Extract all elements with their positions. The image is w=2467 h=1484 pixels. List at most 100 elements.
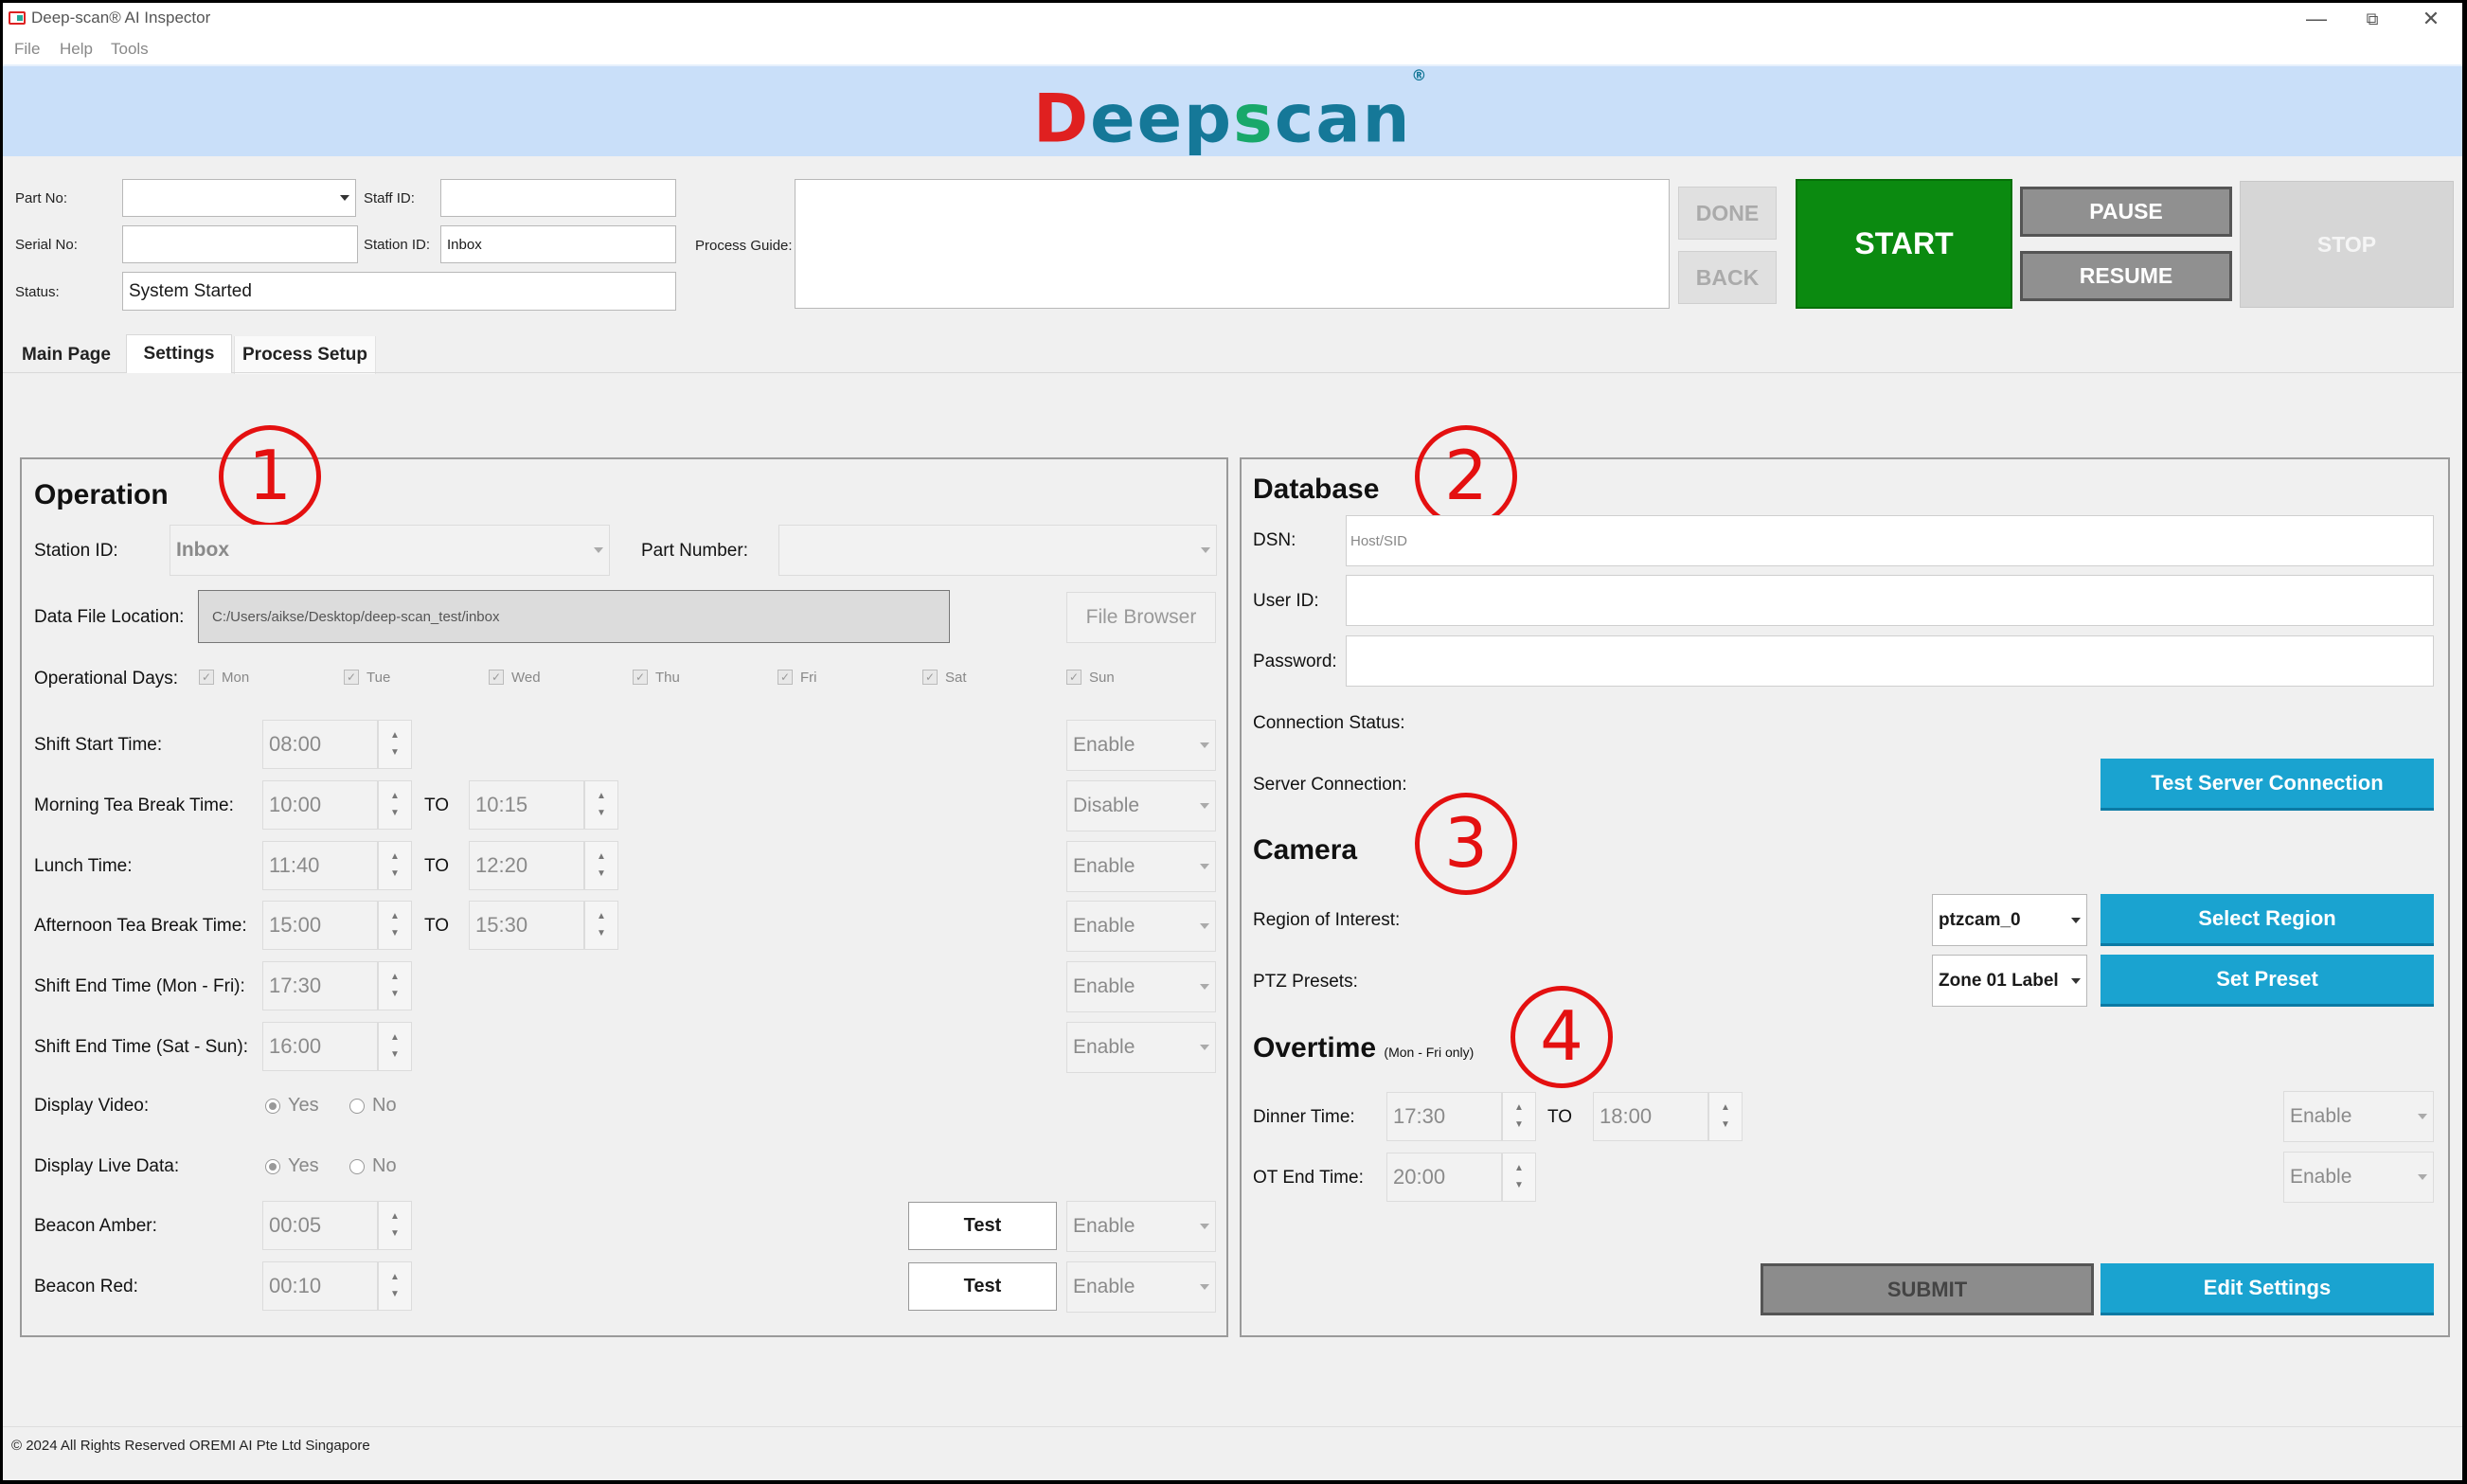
start-button[interactable]: START [1796, 179, 2012, 309]
beacon-red-spinner[interactable]: ▲ ▼ [378, 1261, 412, 1311]
row-0-state-select[interactable]: Enable [1066, 720, 1216, 771]
menu-tools[interactable]: Tools [111, 40, 149, 59]
day-mon-checkbox[interactable]: ✓ [199, 670, 214, 685]
day-wed-checkbox[interactable]: ✓ [489, 670, 504, 685]
row-5-state-select[interactable]: Enable [1066, 1022, 1216, 1073]
stop-button[interactable]: STOP [2240, 181, 2454, 308]
serial-no-label: Serial No: [15, 237, 78, 253]
dsn-label: DSN: [1253, 530, 1296, 550]
row-4-state-select[interactable]: Enable [1066, 961, 1216, 1012]
display-live-yes-radio[interactable] [265, 1159, 280, 1174]
serial-no-field[interactable] [122, 225, 358, 263]
server-connection-label: Server Connection: [1253, 775, 1407, 795]
done-button[interactable]: DONE [1678, 187, 1777, 240]
tab-settings[interactable]: Settings [126, 334, 232, 373]
menu-help[interactable]: Help [60, 40, 93, 59]
chevron-down-icon [594, 547, 603, 553]
dinner-from-time[interactable]: 17:30 [1386, 1092, 1502, 1141]
tab-process-setup[interactable]: Process Setup [234, 336, 376, 374]
beacon-amber-time[interactable]: 00:05 [262, 1201, 378, 1250]
chevron-down-icon [1200, 984, 1209, 990]
database-title: Database [1253, 474, 1380, 505]
beacon-amber-test-button[interactable]: Test [908, 1202, 1057, 1250]
beacon-red-test-button[interactable]: Test [908, 1262, 1057, 1311]
row-3-from-spinner[interactable]: ▲ ▼ [378, 901, 412, 950]
display-video-no-radio[interactable] [349, 1099, 365, 1114]
beacon-amber-state-select[interactable]: Enable [1066, 1201, 1216, 1252]
display-live-yes-label: Yes [288, 1155, 319, 1176]
pause-button[interactable]: PAUSE [2020, 187, 2232, 237]
day-thu-checkbox[interactable]: ✓ [633, 670, 648, 685]
dinner-to-time[interactable]: 18:00 [1593, 1092, 1708, 1141]
row-0-from-time[interactable]: 08:00 [262, 720, 378, 769]
menu-file[interactable]: File [14, 40, 40, 59]
row-5-from-time[interactable]: 16:00 [262, 1022, 378, 1071]
back-button[interactable]: BACK [1678, 251, 1777, 304]
row-3-to-label: TO [424, 916, 450, 936]
day-sat-checkbox[interactable]: ✓ [922, 670, 938, 685]
part-no-select[interactable] [122, 179, 356, 217]
roi-select[interactable]: ptzcam_0 [1932, 894, 2087, 946]
row-3-to-time[interactable]: 15:30 [469, 901, 584, 950]
operation-title: Operation [34, 479, 169, 510]
display-live-no-radio[interactable] [349, 1159, 365, 1174]
submit-button[interactable]: SUBMIT [1761, 1263, 2094, 1315]
resume-button[interactable]: RESUME [2020, 251, 2232, 301]
dinner-to-spinner[interactable]: ▲ ▼ [1708, 1092, 1743, 1141]
row-2-from-time[interactable]: 11:40 [262, 841, 378, 890]
select-region-button[interactable]: Select Region [2101, 894, 2434, 946]
row-2-to-time[interactable]: 12:20 [469, 841, 584, 890]
ptz-preset-select[interactable]: Zone 01 Label [1932, 955, 2087, 1007]
row-3-state-select[interactable]: Enable [1066, 901, 1216, 952]
row-2-state-select[interactable]: Enable [1066, 841, 1216, 892]
row-3-from-time[interactable]: 15:00 [262, 901, 378, 950]
data-file-field[interactable]: C:/Users/aikse/Desktop/deep-scan_test/in… [198, 590, 950, 643]
title-bar: Deep-scan® AI Inspector — ⧉ ✕ [3, 3, 2462, 34]
tab-main-page[interactable]: Main Page [9, 336, 124, 374]
test-server-connection-button[interactable]: Test Server Connection [2101, 759, 2434, 811]
user-id-input[interactable] [1346, 575, 2434, 626]
station-id-field[interactable]: Inbox [440, 225, 676, 263]
password-input[interactable] [1346, 635, 2434, 687]
row-2-to-spinner[interactable]: ▲ ▼ [584, 841, 618, 890]
staff-id-field[interactable] [440, 179, 676, 217]
day-fri-checkbox[interactable]: ✓ [778, 670, 793, 685]
restore-icon[interactable]: ⧉ [2350, 5, 2395, 33]
dinner-state-select[interactable]: Enable [2283, 1091, 2434, 1142]
row-2-from-spinner[interactable]: ▲ ▼ [378, 841, 412, 890]
row-3-to-spinner[interactable]: ▲ ▼ [584, 901, 618, 950]
user-id-label: User ID: [1253, 591, 1319, 611]
beacon-amber-spinner[interactable]: ▲ ▼ [378, 1201, 412, 1250]
beacon-red-time[interactable]: 00:10 [262, 1261, 378, 1311]
file-browser-button[interactable]: File Browser [1066, 592, 1216, 643]
day-sun-checkbox[interactable]: ✓ [1066, 670, 1082, 685]
set-preset-button[interactable]: Set Preset [2101, 955, 2434, 1007]
row-5-from-spinner[interactable]: ▲ ▼ [378, 1022, 412, 1071]
beacon-red-state-select[interactable]: Enable [1066, 1261, 1216, 1313]
op-station-id-select[interactable]: Inbox [170, 525, 610, 576]
minimize-icon[interactable]: — [2294, 5, 2339, 33]
row-1-from-time[interactable]: 10:00 [262, 780, 378, 830]
day-tue-label: Tue [366, 670, 391, 686]
day-wed-label: Wed [511, 670, 541, 686]
ot-end-spinner[interactable]: ▲ ▼ [1502, 1153, 1536, 1202]
close-icon[interactable]: ✕ [2408, 5, 2454, 33]
ot-end-state-select[interactable]: Enable [2283, 1152, 2434, 1203]
dinner-from-spinner[interactable]: ▲ ▼ [1502, 1092, 1536, 1141]
edit-settings-button[interactable]: Edit Settings [2101, 1263, 2434, 1315]
status-label: Status: [15, 284, 60, 300]
display-video-yes-radio[interactable] [265, 1099, 280, 1114]
row-1-from-spinner[interactable]: ▲ ▼ [378, 780, 412, 830]
footer-bar: © 2024 All Rights Reserved OREMI AI Pte … [3, 1426, 2462, 1466]
dsn-input[interactable]: Host/SID [1346, 515, 2434, 566]
row-1-to-spinner[interactable]: ▲ ▼ [584, 780, 618, 830]
day-tue-checkbox[interactable]: ✓ [344, 670, 359, 685]
row-4-from-spinner[interactable]: ▲ ▼ [378, 961, 412, 1010]
ot-end-time[interactable]: 20:00 [1386, 1153, 1502, 1202]
row-1-to-time[interactable]: 10:15 [469, 780, 584, 830]
row-4-from-time[interactable]: 17:30 [262, 961, 378, 1010]
part-number-select[interactable] [778, 525, 1217, 576]
row-0-from-spinner[interactable]: ▲ ▼ [378, 720, 412, 769]
camera-title: Camera [1253, 834, 1358, 866]
row-1-state-select[interactable]: Disable [1066, 780, 1216, 831]
